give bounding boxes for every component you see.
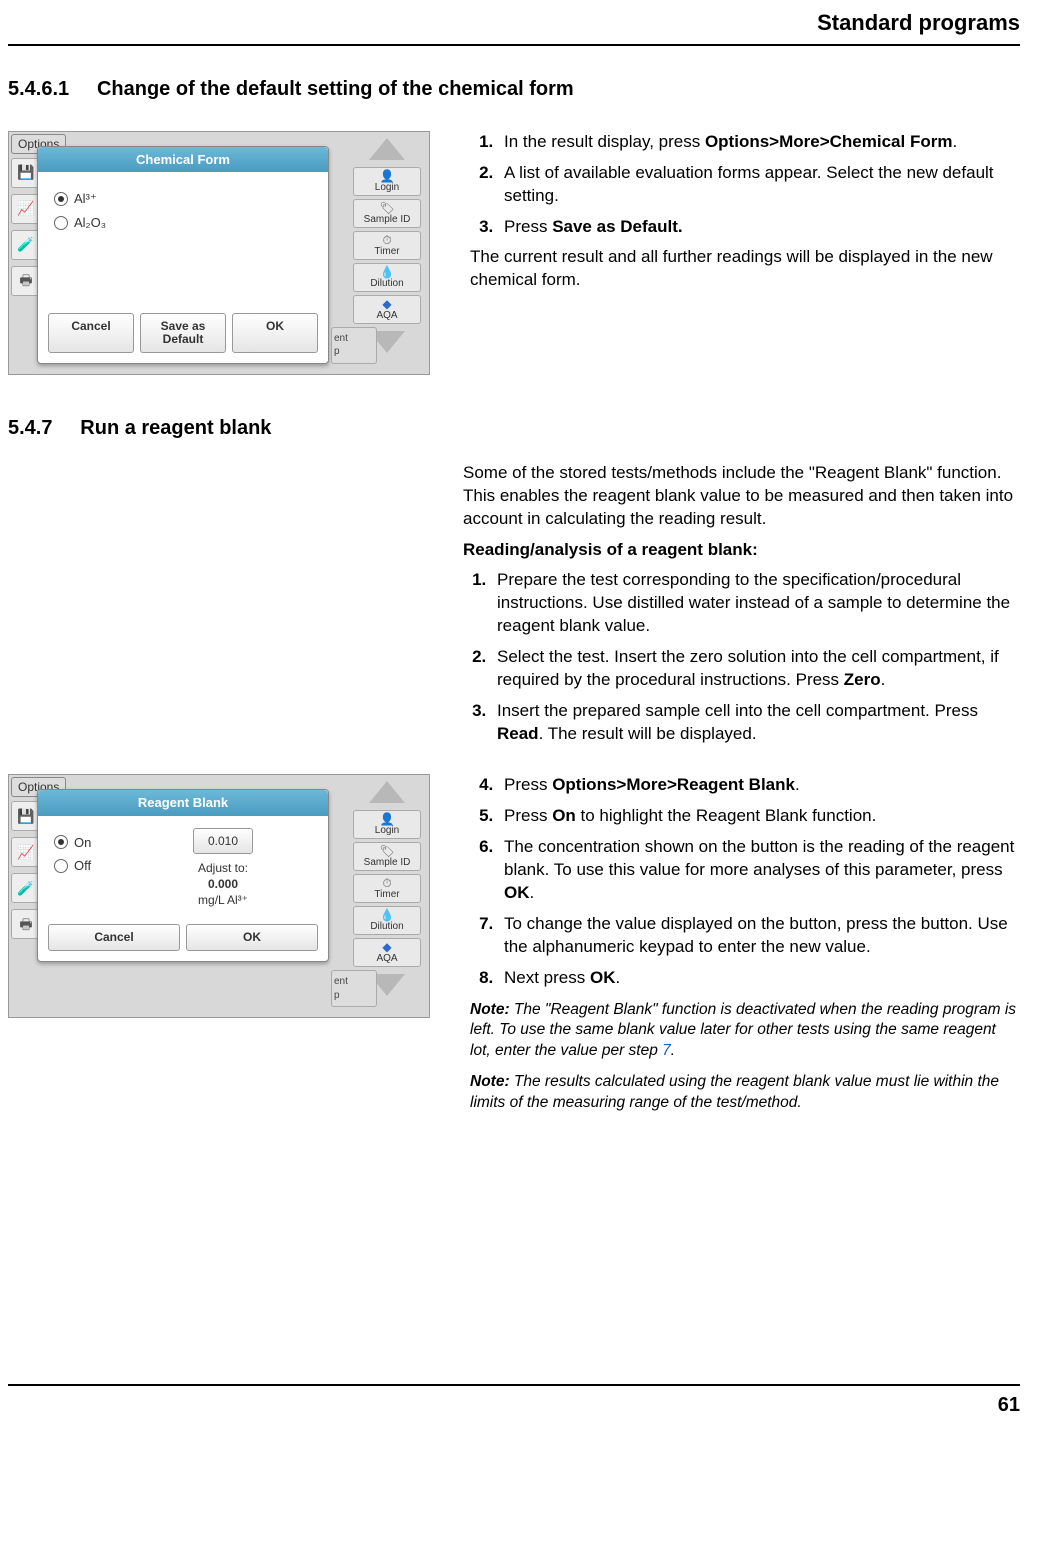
right-sidebar: 👤Login 🏷Sample ID ⏱Timer 💧Dilution ◆AQA [351, 138, 423, 353]
trail-paragraph: The current result and all further readi… [470, 246, 1020, 292]
running-header: Standard programs [8, 0, 1020, 46]
subheading: Reading/analysis of a reagent blank: [463, 539, 1020, 562]
radio-selected-icon [54, 192, 68, 206]
radio-al3[interactable]: Al³⁺ [54, 190, 312, 208]
screenshot-chemical-form: Options 💾 📈 🧪 🖶 👤Login 🏷Sample ID ⏱Timer… [8, 131, 430, 375]
unit-label: mg/L Al³⁺ [134, 892, 312, 908]
step: Select the test. Insert the zero solutio… [491, 646, 1020, 692]
dialog-title: Chemical Form [38, 147, 328, 173]
bg-partial-button: ent p [331, 327, 377, 364]
radio-on[interactable]: On [54, 834, 114, 852]
radio-al2o3[interactable]: Al₂O₃ [54, 214, 312, 232]
step-link-7[interactable]: 7 [662, 1042, 671, 1059]
step: The concentration shown on the button is… [498, 836, 1020, 905]
step: Prepare the test corresponding to the sp… [491, 569, 1020, 638]
dilution-button: 💧Dilution [353, 906, 421, 935]
steps-list-1: In the result display, press Options>Mor… [470, 131, 1020, 239]
arrow-up-icon [369, 138, 405, 160]
step: A list of available evaluation forms app… [498, 162, 1020, 208]
radio-selected-icon [54, 835, 68, 849]
section-title: Run a reagent blank [80, 417, 271, 439]
timer-button: ⏱Timer [353, 874, 421, 903]
radio-unselected-icon [54, 859, 68, 873]
radio-off[interactable]: Off [54, 857, 114, 875]
note-1: Note: The "Reagent Blank" function is de… [470, 1000, 1020, 1063]
note-2: Note: The results calculated using the r… [470, 1072, 1020, 1114]
value-button[interactable]: 0.010 [193, 828, 253, 854]
section-number: 5.4.6.1 [8, 78, 69, 100]
aqa-button: ◆AQA [353, 295, 421, 324]
section-number: 5.4.7 [8, 417, 52, 439]
login-button: 👤Login [353, 810, 421, 839]
step: In the result display, press Options>Mor… [498, 131, 1020, 154]
save-as-default-button[interactable]: Save as Default [140, 313, 226, 352]
login-button: 👤Login [353, 167, 421, 196]
step: Press Save as Default. [498, 216, 1020, 239]
steps-list-2a: Prepare the test corresponding to the sp… [463, 569, 1020, 746]
section-heading-1: 5.4.6.1 Change of the default setting of… [8, 76, 1020, 103]
timer-button: ⏱Timer [353, 231, 421, 260]
right-sidebar: 👤Login 🏷Sample ID ⏱Timer 💧Dilution ◆AQA [351, 781, 423, 996]
cancel-button[interactable]: Cancel [48, 924, 180, 951]
dilution-button: 💧Dilution [353, 263, 421, 292]
steps-list-2b: Press Options>More>Reagent Blank. Press … [470, 774, 1020, 990]
step: Next press OK. [498, 967, 1020, 990]
adjust-label: Adjust to: [134, 860, 312, 876]
page-number: 61 [8, 1384, 1020, 1419]
screenshot-reagent-blank: Options 💾 📈 🧪 🖶 👤Login 🏷Sample ID ⏱Timer… [8, 774, 430, 1018]
step: Press Options>More>Reagent Blank. [498, 774, 1020, 797]
section-title: Change of the default setting of the che… [97, 78, 574, 100]
ok-button[interactable]: OK [232, 313, 318, 352]
step: Press On to highlight the Reagent Blank … [498, 805, 1020, 828]
sample-id-button: 🏷Sample ID [353, 842, 421, 871]
intro-paragraph: Some of the stored tests/methods include… [463, 462, 1020, 531]
chemical-form-dialog: Chemical Form Al³⁺ Al₂O₃ Cancel Save as … [37, 146, 329, 364]
reagent-blank-dialog: Reagent Blank On Off 0.010 [37, 789, 329, 962]
step: Insert the prepared sample cell into the… [491, 700, 1020, 746]
cancel-button[interactable]: Cancel [48, 313, 134, 352]
sample-id-button: 🏷Sample ID [353, 199, 421, 228]
arrow-up-icon [369, 781, 405, 803]
aqa-button: ◆AQA [353, 938, 421, 967]
radio-unselected-icon [54, 216, 68, 230]
bg-partial-button: ent p [331, 970, 377, 1007]
step: To change the value displayed on the but… [498, 913, 1020, 959]
ok-button[interactable]: OK [186, 924, 318, 951]
dialog-title: Reagent Blank [38, 790, 328, 816]
adjust-value: 0.000 [134, 876, 312, 892]
section-heading-2: 5.4.7 Run a reagent blank [8, 415, 1020, 442]
